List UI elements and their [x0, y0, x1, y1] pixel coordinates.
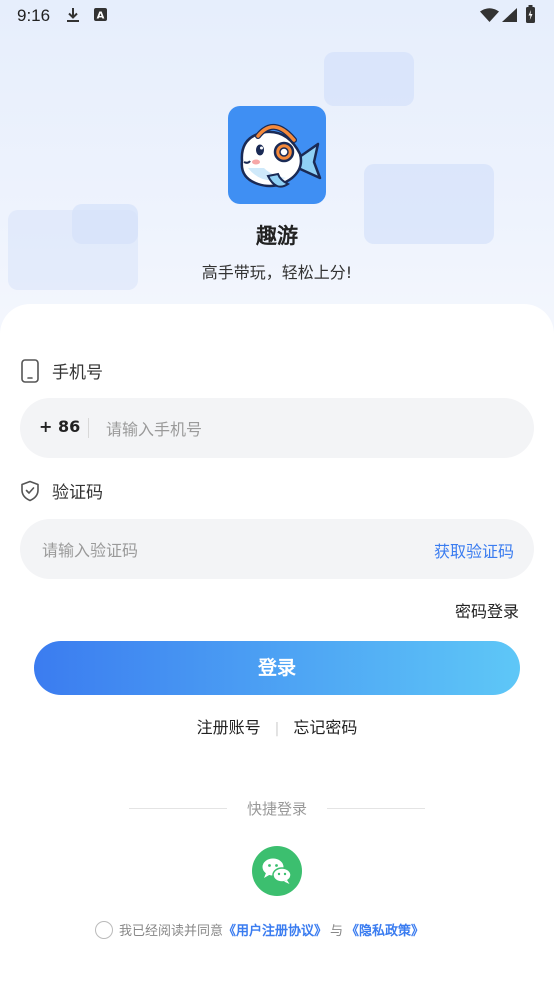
agreement-checkbox[interactable]	[95, 920, 113, 939]
code-input[interactable]	[40, 519, 404, 581]
code-label: 验证码	[52, 483, 103, 503]
wechat-icon	[262, 858, 292, 884]
country-code[interactable]: + 86	[39, 417, 80, 436]
privacy-policy-link[interactable]: 《隐私政策》	[346, 920, 424, 939]
download-icon	[67, 8, 79, 22]
phone-field: + 86	[20, 398, 534, 460]
account-links: 注册账号 | 忘记密码	[0, 714, 554, 738]
background-decoration	[324, 52, 414, 106]
battery-icon	[526, 5, 535, 23]
accessibility-a-icon: A	[94, 8, 107, 21]
divider	[88, 418, 89, 438]
fish-headphones-logo	[240, 124, 322, 188]
svg-text:A: A	[97, 11, 105, 22]
phone-icon	[21, 358, 39, 383]
agreement-prefix: 我已经阅读并同意	[119, 924, 224, 939]
signal-icon	[502, 8, 517, 22]
app-slogan: 高手带玩，轻松上分!	[201, 263, 353, 282]
quick-login-label: 快捷登录	[246, 800, 307, 818]
shield-check-icon	[21, 480, 39, 501]
code-field: 获取验证码	[20, 519, 534, 581]
status-bar: 9:16 A	[0, 0, 554, 32]
wechat-login-button[interactable]	[252, 846, 302, 896]
user-agreement-link[interactable]: 《用户注册协议》	[223, 920, 327, 939]
app-logo	[228, 106, 326, 204]
password-login-link[interactable]: 密码登录	[455, 598, 519, 622]
links-separator: |	[274, 721, 280, 737]
status-time: 9:16	[17, 6, 51, 25]
forgot-password-link[interactable]: 忘记密码	[293, 718, 357, 737]
phone-label-row: 手机号	[20, 358, 103, 383]
agreement-conjunction: 与	[330, 924, 344, 939]
wifi-icon	[480, 8, 499, 22]
register-link[interactable]: 注册账号	[197, 718, 261, 737]
code-label-row: 验证码	[20, 478, 103, 503]
login-button[interactable]: 登录	[34, 641, 520, 695]
get-code-button[interactable]: 获取验证码	[434, 538, 514, 562]
phone-label: 手机号	[52, 363, 103, 383]
app-name: 趣游	[256, 224, 298, 248]
phone-input[interactable]	[104, 398, 508, 460]
agreement-row: 我已经阅读并同意 《用户注册协议》 与 《隐私政策》	[95, 920, 424, 939]
